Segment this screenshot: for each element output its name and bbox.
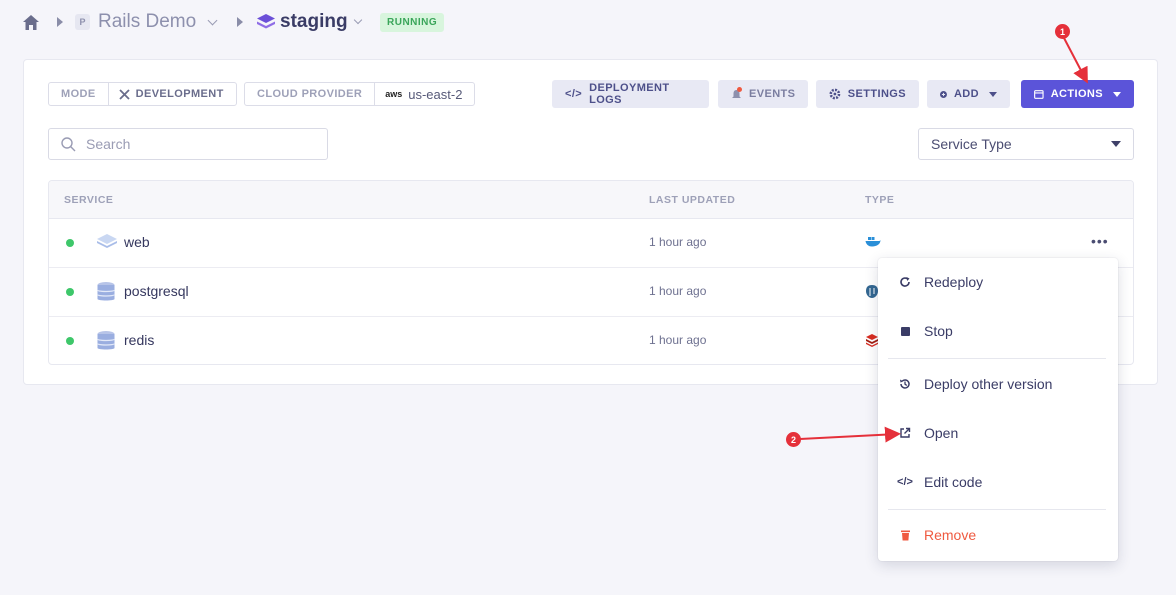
actions-button[interactable]: ACTIONS	[1021, 80, 1134, 108]
deployment-logs-button[interactable]: </> DEPLOYMENT LOGS	[552, 80, 709, 108]
region-text: us-east-2	[408, 86, 463, 102]
annotation-marker-2: 2	[786, 432, 801, 447]
header-service[interactable]: SERVICE	[64, 194, 113, 206]
service-type-label: Service Type	[931, 136, 1012, 152]
code-icon: </>	[897, 476, 913, 488]
bell-icon	[731, 86, 742, 100]
home-icon[interactable]	[22, 14, 40, 31]
menu-item-label: Stop	[924, 323, 953, 339]
menu-item-open[interactable]: Open	[878, 413, 1118, 453]
tools-icon	[118, 88, 130, 100]
external-link-icon	[898, 426, 912, 440]
menu-item-label: Remove	[924, 527, 977, 543]
search-icon	[61, 136, 76, 151]
gear-icon	[829, 88, 841, 100]
annotation-marker-1: 1	[1055, 24, 1070, 39]
menu-item-label: Redeploy	[924, 274, 984, 290]
environment-chevron-down-icon[interactable]	[353, 15, 363, 25]
last-updated: 1 hour ago	[649, 333, 707, 347]
menu-divider	[888, 509, 1106, 510]
table-header: SERVICE LAST UPDATED TYPE	[49, 181, 1133, 219]
cloud-provider-pill: CLOUD PROVIDER aws us-east-2	[244, 82, 476, 106]
service-name[interactable]: web	[124, 234, 150, 250]
history-icon	[898, 377, 912, 391]
trash-icon	[898, 528, 912, 542]
environment-name[interactable]: staging	[280, 11, 348, 33]
status-badge: RUNNING	[380, 13, 445, 32]
cloud-provider-label: CLOUD PROVIDER	[245, 83, 376, 105]
plus-circle-icon	[940, 90, 947, 98]
actions-label: ACTIONS	[1050, 88, 1103, 100]
add-label: ADD	[953, 88, 979, 100]
menu-item-label: Deploy other version	[924, 376, 1053, 392]
settings-label: SETTINGS	[847, 88, 906, 100]
redeploy-icon	[898, 275, 912, 289]
web-service-icon	[97, 234, 117, 248]
menu-item-edit-code[interactable]: </> Edit code	[878, 462, 1118, 502]
cloud-provider-value: aws us-east-2	[375, 83, 474, 105]
database-icon	[96, 282, 116, 301]
service-name[interactable]: redis	[124, 332, 154, 348]
stop-icon	[898, 324, 912, 338]
breadcrumb-separator-icon	[57, 17, 63, 27]
project-chevron-down-icon[interactable]	[207, 15, 218, 26]
docker-icon	[865, 237, 881, 247]
environment-icon	[257, 14, 275, 29]
aws-logo-icon: aws	[385, 89, 403, 99]
menu-item-remove[interactable]: Remove	[878, 515, 1118, 555]
status-dot	[66, 239, 74, 247]
last-updated: 1 hour ago	[649, 235, 707, 249]
select-caret-icon	[1111, 141, 1121, 147]
add-button[interactable]: ADD	[927, 80, 1010, 108]
header-type[interactable]: TYPE	[865, 194, 894, 206]
row-more-icon[interactable]: •••	[1091, 233, 1109, 249]
mode-label: MODE	[49, 83, 109, 105]
mode-pill: MODE DEVELOPMENT	[48, 82, 237, 106]
project-name[interactable]: Rails Demo	[98, 11, 196, 33]
mode-value-text: DEVELOPMENT	[135, 88, 224, 100]
menu-item-deploy-other-version[interactable]: Deploy other version	[878, 364, 1118, 404]
menu-item-redeploy[interactable]: Redeploy	[878, 262, 1118, 302]
events-button[interactable]: EVENTS	[718, 80, 808, 108]
postgresql-icon	[866, 285, 878, 298]
mode-value: DEVELOPMENT	[109, 83, 236, 105]
service-type-select[interactable]: Service Type	[918, 128, 1134, 160]
project-badge: P	[75, 14, 90, 30]
header-last-updated[interactable]: LAST UPDATED	[649, 194, 735, 206]
deployment-logs-label: DEPLOYMENT LOGS	[589, 82, 670, 106]
menu-divider	[888, 358, 1106, 359]
events-label: EVENTS	[749, 88, 796, 100]
last-updated: 1 hour ago	[649, 284, 707, 298]
notification-dot	[737, 86, 742, 92]
row-actions-menu: Redeploy Stop Deploy other version Open …	[878, 258, 1118, 561]
service-name[interactable]: postgresql	[124, 283, 189, 299]
calendar-icon	[1034, 89, 1044, 99]
menu-item-stop[interactable]: Stop	[878, 311, 1118, 351]
add-caret-icon	[989, 91, 997, 97]
settings-button[interactable]: SETTINGS	[816, 80, 919, 108]
actions-caret-icon	[1113, 91, 1121, 97]
database-icon	[96, 331, 116, 350]
menu-item-label: Open	[924, 425, 959, 441]
menu-item-label: Edit code	[924, 474, 983, 490]
search-field[interactable]	[48, 128, 328, 160]
status-dot	[66, 337, 74, 345]
status-dot	[66, 288, 74, 296]
redis-icon	[866, 334, 878, 347]
search-input[interactable]	[84, 135, 308, 153]
breadcrumb-separator-icon	[237, 17, 243, 27]
code-icon: </>	[565, 88, 583, 100]
